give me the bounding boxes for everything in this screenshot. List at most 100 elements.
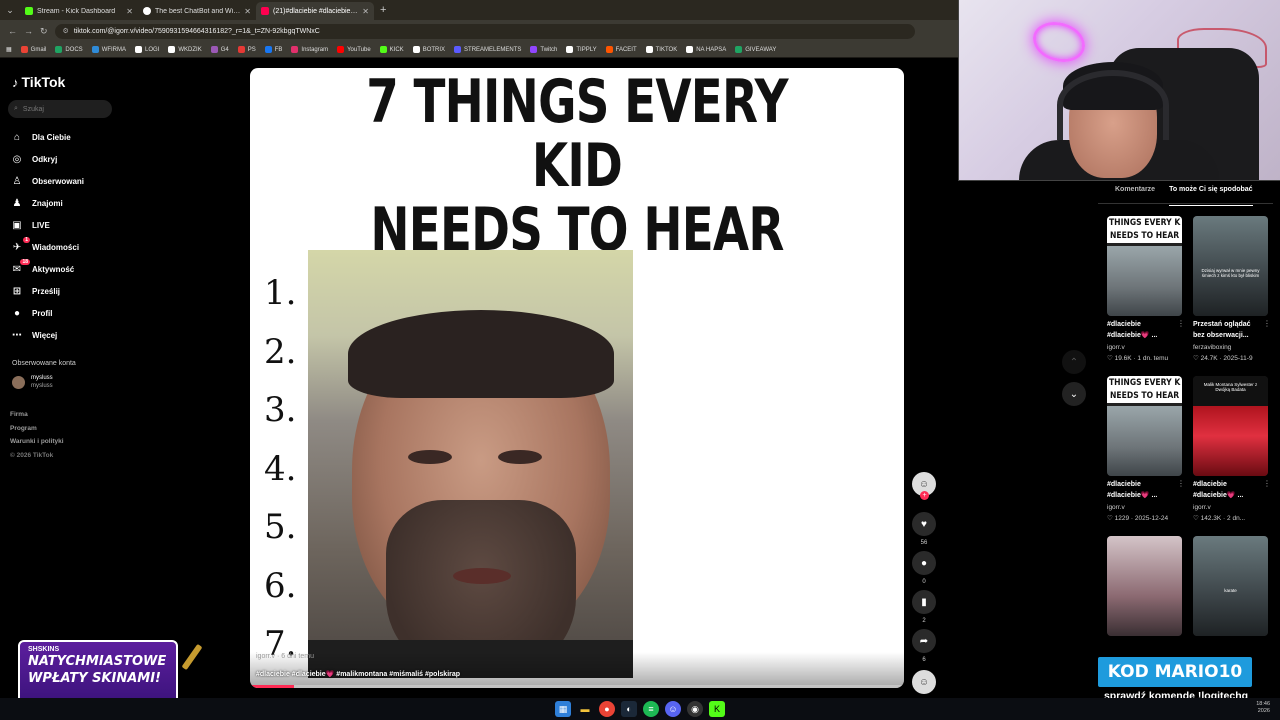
card-date: 1 dn. temu [1137,355,1169,362]
close-tab-icon[interactable]: ✕ [362,7,369,16]
clock-date: 2026 [1257,708,1270,714]
following-account[interactable]: mysluss mysluss [12,374,53,390]
bookmark-item[interactable]: GIVEAWAY [735,46,776,53]
video-progress-bar[interactable] [250,685,904,688]
list-number: 1. [264,273,297,313]
like-button[interactable]: ♥ [912,512,936,536]
bookmark-item[interactable]: Instagram [291,46,328,53]
bookmark-label: Twitch [540,46,558,53]
more-options-icon[interactable]: ⋮ [1177,319,1185,328]
save-button[interactable]: ▮ [912,590,936,614]
tiktok-favicon-icon [261,7,269,15]
footer-link-program[interactable]: Program [10,422,64,436]
bookmark-item[interactable]: FACEIT [605,46,637,53]
tab-list-chevron-icon[interactable]: ⌄ [0,0,20,20]
card-title[interactable]: #dlaciebie #dlaciebie💗 ... [1107,480,1187,501]
bookmark-item[interactable]: Gmail [20,46,46,53]
card-author[interactable]: ferzaviboxing [1193,344,1231,351]
bookmark-item[interactable]: BOTRIX [412,46,445,53]
next-video-button[interactable]: ⌄ [1062,382,1086,406]
bookmark-item[interactable]: WFIRMA [91,46,126,53]
bookmark-icon: ▮ [921,596,927,608]
bookmark-item[interactable]: DOCS [55,46,83,53]
bookmark-item[interactable]: PS [237,46,256,53]
discord-icon[interactable]: ☺ [665,701,681,717]
sidebar-item-upload[interactable]: ⊞ Prześlij [10,280,210,302]
more-options-icon[interactable]: ⋮ [1263,479,1271,488]
spotify-icon[interactable]: ≡ [643,701,659,717]
bookmark-item[interactable]: NA HAPSA [686,46,726,53]
bookmark-item[interactable]: TIKTOK [645,46,677,53]
card-author[interactable]: igorr.v [1193,504,1211,511]
creator-avatar[interactable]: ☺ + [912,472,936,500]
video-thumbnail[interactable]: Dzisiaj wyrwał w mnie pewny śmiech z kim… [1193,216,1268,316]
bookmark-item[interactable]: KICK [379,46,404,53]
video-thumbnail[interactable] [1107,536,1182,636]
card-title[interactable]: Przestań oglądać bez obserwacji... [1193,320,1273,341]
forward-arrow-icon[interactable]: → [24,26,33,36]
video-hashtags[interactable]: #dlaciebie #dlaciebie💗 #malikmontana #mi… [256,670,460,678]
tab-title: The best ChatBot and Widgets [155,7,240,15]
system-clock[interactable]: 18:46 2026 [1256,701,1270,715]
sidebar-item-more[interactable]: ⋯ Więcej [10,324,210,346]
video-thumbnail[interactable]: THINGS EVERY K NEEDS TO HEAR [1107,376,1182,476]
video-player[interactable]: 7 THINGS EVERY KID NEEDS TO HEAR 1. 2. 3. 4… [250,68,904,688]
more-options-icon[interactable]: ⋮ [1263,319,1271,328]
sidebar-item-explore[interactable]: ◎ Odkryj [10,148,210,170]
card-author[interactable]: igorr.v [1107,344,1125,351]
new-tab-icon[interactable]: + [380,4,386,16]
url-field[interactable]: ⚙ tiktok.com/@igorr.v/video/759093159466… [54,23,915,39]
browser-tab[interactable]: Stream - Kick Dashboard ✕ [20,2,138,20]
tab-comments[interactable]: Komentarze [1115,186,1155,202]
bookmark-item[interactable]: STREAMELEMENTS [454,46,521,53]
windows-start-icon[interactable]: ▦ [555,701,571,717]
kick-icon[interactable]: K [709,701,725,717]
sidebar-item-messages[interactable]: ✈ 1 Wiadomości [10,236,210,258]
footer-link-terms[interactable]: Warunki i polityki [10,435,64,449]
steam-icon[interactable]: ◐ [621,701,637,717]
file-explorer-icon[interactable]: ▬ [577,701,593,717]
follow-plus-icon[interactable]: + [920,491,929,500]
bookmark-item[interactable]: LOGI [135,46,159,53]
site-info-icon[interactable]: ⚙ [63,27,69,35]
close-tab-icon[interactable]: ✕ [126,7,133,16]
previous-video-button[interactable]: ⌃ [1062,350,1086,374]
sidebar-item-friends[interactable]: ♟ Znajomi [10,192,210,214]
sidebar-item-profile[interactable]: ● Profil [10,302,210,324]
bookmark-item[interactable]: FB [264,46,282,53]
video-thumbnail[interactable]: Malik Montana Sylwester z Dwójką Badata [1193,376,1268,476]
share-button[interactable]: ➦ [912,629,936,653]
video-thumbnail[interactable]: karate [1193,536,1268,636]
footer-link-company[interactable]: Firma [10,408,64,422]
close-tab-icon[interactable]: ✕ [244,7,251,16]
browser-tab-active[interactable]: (21)#dlaciebie #dlaciebie💗 # ✕ [256,2,374,20]
music-disc-button[interactable]: ☺ [912,670,936,694]
bookmark-item[interactable]: Twitch [530,46,557,53]
apps-grid-icon[interactable]: ▦ [6,46,12,53]
bookmark-favicon-icon [645,46,653,53]
bookmark-item[interactable]: YouTube [337,46,371,53]
sidebar-item-following[interactable]: ♙ Obserwowani [10,170,210,192]
card-title[interactable]: #dlaciebie #dlaciebie💗 ... [1107,320,1187,341]
browser-tab[interactable]: The best ChatBot and Widgets ✕ [138,2,256,20]
card-title[interactable]: #dlaciebie #dlaciebie💗 ... [1193,480,1273,501]
logo-text: TikTok [21,74,66,90]
comment-button[interactable]: ● [912,551,936,575]
sidebar-item-home[interactable]: ⌂ Dla Ciebie [10,126,210,148]
bookmark-item[interactable]: TIPPLY [566,46,597,53]
video-thumbnail[interactable]: THINGS EVERY K NEEDS TO HEAR [1107,216,1182,316]
more-options-icon[interactable]: ⋮ [1177,479,1185,488]
search-input[interactable]: ⌕ Szukaj [8,100,112,118]
sidebar-item-activity[interactable]: ✉ 18 Aktywność [10,258,210,280]
reload-icon[interactable]: ↻ [40,26,48,37]
messages-icon: ✈ 1 [12,236,30,253]
chrome-icon[interactable]: ● [599,701,615,717]
bookmark-item[interactable]: WKDZIK [168,46,202,53]
bookmark-item[interactable]: G4 [210,46,229,53]
back-arrow-icon[interactable]: ← [8,26,17,36]
tab-recommended[interactable]: To może Ci się spodobać [1169,186,1253,206]
card-author[interactable]: igorr.v [1107,504,1125,511]
sidebar-item-live[interactable]: ▣ LIVE [10,214,210,236]
obs-icon[interactable]: ◉ [687,701,703,717]
tiktok-logo[interactable]: ♪ TikTok [12,74,65,90]
